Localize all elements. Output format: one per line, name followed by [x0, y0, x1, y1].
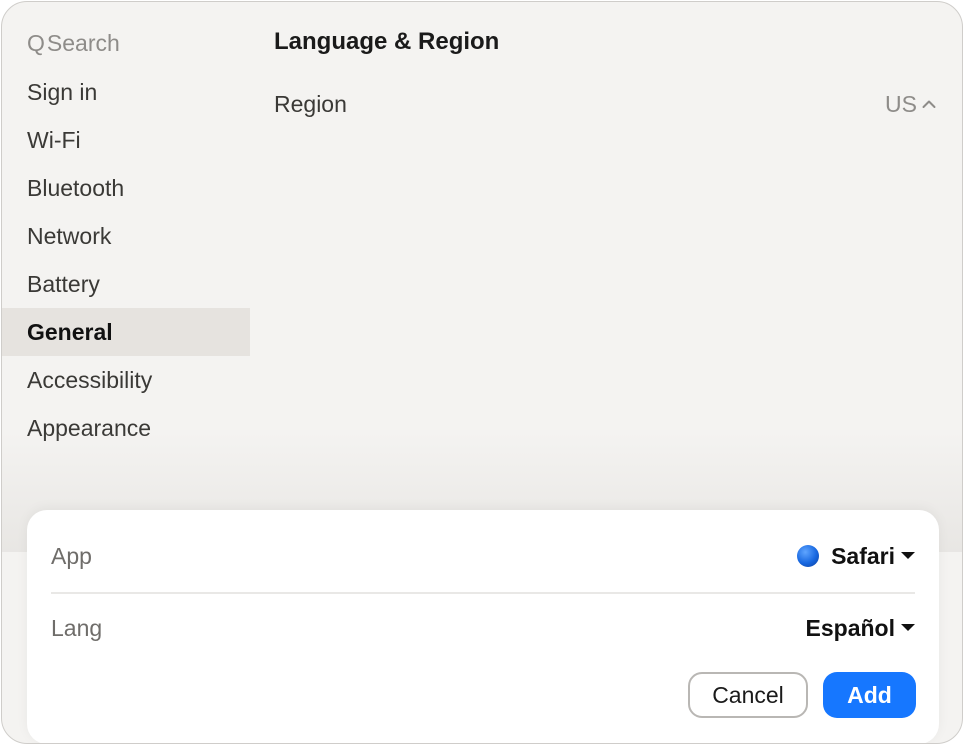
sidebar-item-battery[interactable]: Battery [2, 260, 250, 308]
search-icon: Q [27, 30, 45, 56]
sidebar-item-appearance[interactable]: Appearance [2, 404, 250, 452]
caret-down-icon [901, 624, 915, 631]
region-popup[interactable]: US [885, 91, 936, 118]
sidebar-item-accessibility[interactable]: Accessibility [2, 356, 250, 404]
app-row: App Safari [51, 534, 915, 578]
region-value: US [885, 90, 917, 117]
sidebar-item-network[interactable]: Network [2, 212, 250, 260]
search-placeholder: Search [46, 30, 120, 56]
page-title: Language & Region [274, 28, 500, 55]
add-language-sheet: App Safari Lang Español Cancel Add [27, 510, 939, 743]
caret-down-icon [901, 552, 915, 559]
sidebar-item-sign-in[interactable]: Sign in [2, 68, 250, 116]
sidebar-item-general[interactable]: General [2, 308, 250, 356]
chevron-up-icon [922, 100, 936, 108]
region-row: Region US [274, 86, 936, 122]
lang-label: Lang [51, 614, 103, 641]
sidebar-item-wi-fi[interactable]: Wi-Fi [2, 116, 250, 164]
app-label: App [51, 542, 92, 569]
region-label: Region [274, 90, 347, 117]
lang-row: Lang Español [51, 606, 915, 650]
app-popup[interactable]: Safari [797, 543, 915, 570]
app-value: Safari [831, 542, 895, 569]
lang-popup[interactable]: Español [806, 615, 915, 642]
sidebar-item-bluetooth[interactable]: Bluetooth [2, 164, 250, 212]
cancel-button[interactable]: Cancel [688, 672, 808, 718]
sidebar-list: Sign in Wi-Fi Bluetooth Network Battery … [2, 68, 250, 452]
sheet-divider [51, 592, 915, 594]
safari-app-icon [797, 545, 820, 567]
add-button[interactable]: Add [823, 672, 916, 718]
settings-window: Q Search Sign in Wi-Fi Bluetooth Network… [1, 1, 963, 744]
search-field[interactable]: Q Search [27, 28, 120, 58]
lang-value: Español [805, 614, 895, 641]
